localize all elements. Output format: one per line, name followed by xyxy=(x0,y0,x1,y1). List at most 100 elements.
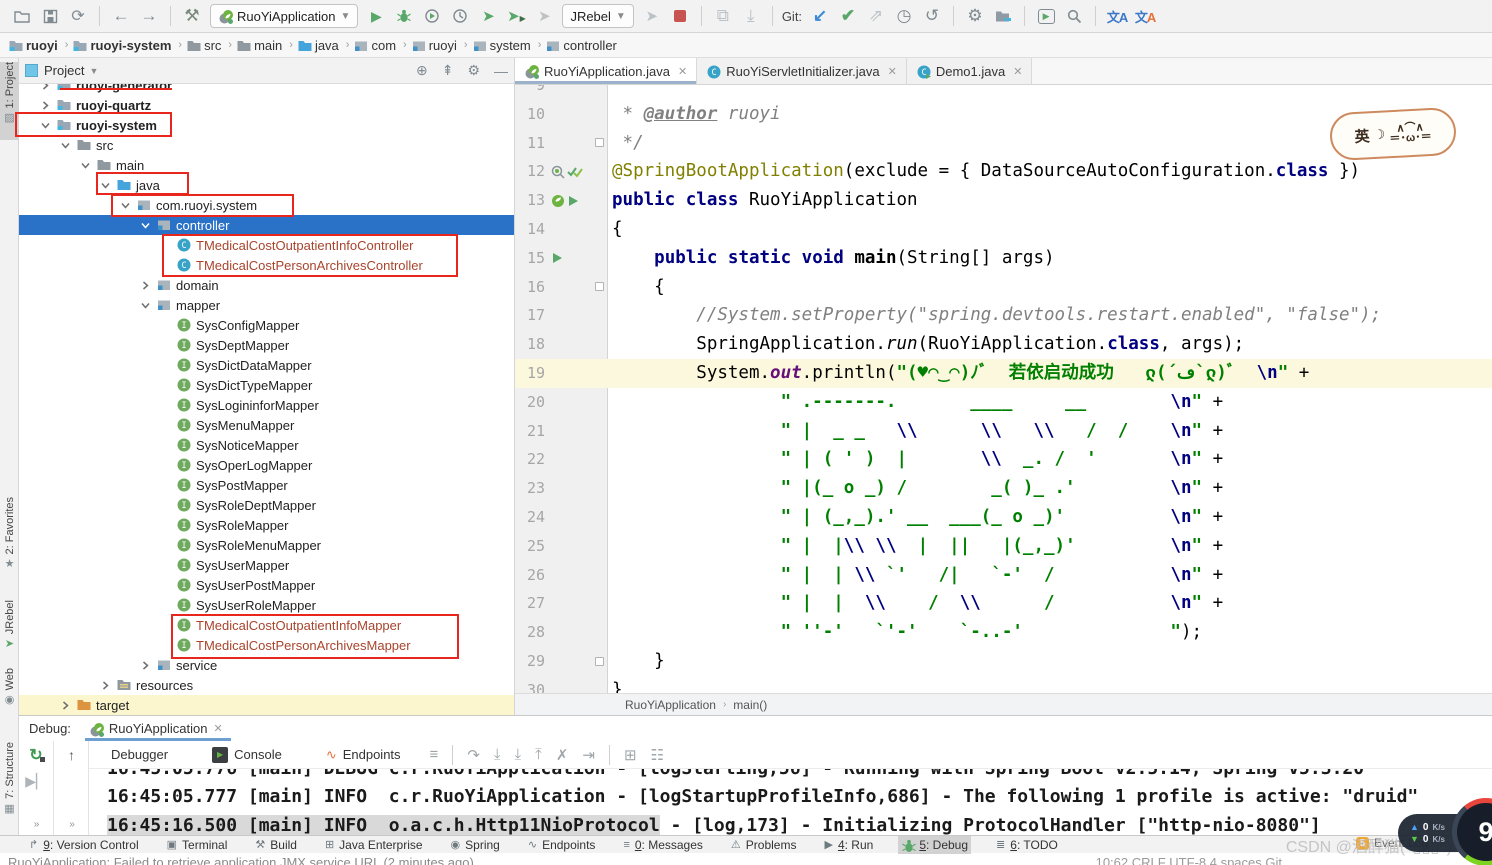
open-in-window-disabled-icon[interactable]: ⧉ xyxy=(710,4,736,28)
tree-item-sysdictdatamapper[interactable]: I SysDictDataMapper xyxy=(19,355,514,375)
tree-item-sysusermapper[interactable]: I SysUserMapper xyxy=(19,555,514,575)
tree-item-ruoyi-quartz[interactable]: ruoyi-quartz xyxy=(19,95,514,115)
translate-blue-button[interactable]: 文A xyxy=(1104,4,1130,28)
build-hammer-icon[interactable]: ⚒ xyxy=(179,4,205,28)
chevron-down-icon[interactable]: ▼ xyxy=(89,66,98,76)
hide-icon[interactable]: — xyxy=(494,63,508,79)
rollback-button[interactable]: ↺ xyxy=(919,4,945,28)
statusbar-terminal[interactable]: ▣ Terminal xyxy=(164,836,231,854)
toolwindow-button----structure[interactable]: 7: Structure ▦ xyxy=(0,742,19,830)
chevron-expanded-icon[interactable] xyxy=(39,119,52,132)
step-over-icon[interactable]: ↷ xyxy=(467,746,480,764)
chevron-expanded-icon[interactable] xyxy=(119,199,132,212)
chevron-expanded-icon[interactable] xyxy=(79,159,92,172)
tree-item-sysrolemenumapper[interactable]: I SysRoleMenuMapper xyxy=(19,535,514,555)
gutter-gplay-icon[interactable] xyxy=(551,252,563,264)
tree-item-ruoyi-system[interactable]: ruoyi-system xyxy=(19,115,514,135)
fold-marker[interactable] xyxy=(595,273,607,302)
git-push-disabled-icon[interactable]: ⇗ xyxy=(863,4,889,28)
code-line-18[interactable]: 18 SpringApplication.run(RuoYiApplicatio… xyxy=(515,330,1492,359)
code-line-12[interactable]: 12 @SpringBootApplication(exclude = { Dat… xyxy=(515,157,1492,186)
tree-item-controller[interactable]: controller xyxy=(19,215,514,235)
tree-item-sysconfigmapper[interactable]: I SysConfigMapper xyxy=(19,315,514,335)
code-line-15[interactable]: 15 public static void main(String[] args… xyxy=(515,244,1492,273)
console-line[interactable]: 16:45:05.776 [main] DEBUG c.r.RuoYiAppli… xyxy=(107,769,1364,779)
tree-item-sysrolemapper[interactable]: I SysRoleMapper xyxy=(19,515,514,535)
tree-item-tmedicalcostoutpatientinfomapper[interactable]: I TMedicalCostOutpatientInfoMapper xyxy=(19,615,514,635)
sync-icon[interactable]: ⟳ xyxy=(65,4,91,28)
jrebel-combo[interactable]: JRebel ▼ xyxy=(562,4,634,28)
code-line-25[interactable]: 25 " | |\\ \\ | || |(_,_)' \n" + xyxy=(515,532,1492,561)
editor-tab-demo1.java[interactable]: C Demo1.java ✕ xyxy=(906,58,1033,84)
breadcrumb-item[interactable]: main xyxy=(236,38,282,53)
toolwindow-button-jrebel[interactable]: JRebel ➤ xyxy=(0,600,19,658)
code-line-22[interactable]: 22 " | ( ' ) | \\ _. / ' \n" + xyxy=(515,445,1492,474)
download-sources-disabled-icon[interactable]: ⤓ xyxy=(738,4,764,28)
view-grid-icon[interactable]: ⊞ xyxy=(624,746,637,764)
code-line-26[interactable]: 26 " | | \\ `' /| `-' / \n" + xyxy=(515,561,1492,590)
statusbar-endpoints[interactable]: ∿ Endpoints xyxy=(525,836,599,854)
breadcrumb-item[interactable]: system xyxy=(472,38,531,53)
statusbar-java-enterprise[interactable]: ⊞ Java Enterprise xyxy=(322,836,426,854)
tree-item-resources[interactable]: resources xyxy=(19,675,514,695)
debug-button[interactable] xyxy=(391,4,417,28)
tree-item-service[interactable]: service xyxy=(19,655,514,675)
rebel-disabled-icon[interactable]: ➤ xyxy=(639,4,665,28)
step-into-icon[interactable]: ⤓ xyxy=(494,746,501,763)
drop-frame-icon[interactable]: ✗ xyxy=(556,746,569,764)
locate-icon[interactable]: ⊕ xyxy=(416,62,428,79)
debug-tab-debugger[interactable]: Debugger xyxy=(111,747,168,762)
close-icon[interactable]: ✕ xyxy=(213,722,222,735)
wrench-button[interactable]: ⚙ xyxy=(962,4,988,28)
gutter-gplay-icon[interactable] xyxy=(567,195,579,207)
chevron-expanded-icon[interactable] xyxy=(139,299,152,312)
statusbar-5--debug[interactable]: 5: Debug xyxy=(898,835,972,854)
tree-item-sysuserpostmapper[interactable]: I SysUserPostMapper xyxy=(19,575,514,595)
force-step-into-icon[interactable]: ⤓ xyxy=(515,746,522,763)
tree-item-sysuserrolemapper[interactable]: I SysUserRoleMapper xyxy=(19,595,514,615)
tree-item-tmedicalcostoutpatientinfocontroller[interactable]: C TMedicalCostOutpatientInfoController xyxy=(19,235,514,255)
tree-item-sysdicttypemapper[interactable]: I SysDictTypeMapper xyxy=(19,375,514,395)
close-icon[interactable]: ✕ xyxy=(1013,65,1022,78)
code-line-27[interactable]: 27 " | | \\ / \\ / \n" + xyxy=(515,589,1492,618)
jrebel-disabled-icon[interactable]: ➤ xyxy=(531,4,557,28)
jrebel-run-button[interactable]: ➤ xyxy=(475,4,501,28)
toolwindow-button----favorites[interactable]: 2: Favorites ★ xyxy=(0,497,19,589)
debug-session-tab[interactable]: RuoYiApplication ✕ xyxy=(84,716,231,741)
code-line-23[interactable]: 23 " |(_ o _) / _( )_ .' \n" + xyxy=(515,474,1492,503)
scroll-up-icon[interactable]: ↑ xyxy=(68,747,75,763)
git-update-button[interactable]: ↙ xyxy=(807,4,833,28)
project-structure-button[interactable] xyxy=(990,4,1016,28)
tree-item-sysroledeptmapper[interactable]: I SysRoleDeptMapper xyxy=(19,495,514,515)
code-editor[interactable]: 9 10 * @author ruoyi 11 */12 @SpringBootApp… xyxy=(515,85,1492,693)
tree-item-sysmenumapper[interactable]: I SysMenuMapper xyxy=(19,415,514,435)
debug-tab-endpoints[interactable]: ∿ Endpoints xyxy=(326,747,401,763)
editor-crumb[interactable]: main() xyxy=(733,698,767,712)
coverage-button[interactable] xyxy=(419,4,445,28)
tree-item-tmedicalcostpersonarchivescontroller[interactable]: C TMedicalCostPersonArchivesController xyxy=(19,255,514,275)
breadcrumb-item[interactable]: src xyxy=(186,38,221,53)
chevron-expanded-icon[interactable] xyxy=(59,139,72,152)
statusbar-0--messages[interactable]: ≡ 0: Messages xyxy=(620,836,705,854)
code-line-20[interactable]: 20 " .-------. ____ __ \n" + xyxy=(515,388,1492,417)
statusbar-4--run[interactable]: ▶ 4: Run xyxy=(821,836,876,854)
tree-item-src[interactable]: src xyxy=(19,135,514,155)
tree-item-java[interactable]: java xyxy=(19,175,514,195)
breadcrumb-item[interactable]: ruoyi-system xyxy=(72,38,171,53)
code-line-29[interactable]: 29 } xyxy=(515,647,1492,676)
run-config-combo[interactable]: RuoYiApplication ▼ xyxy=(210,4,359,28)
run-anything-button[interactable]: ▶ xyxy=(1033,4,1059,28)
collapse-all-icon[interactable]: ⇞ xyxy=(442,62,454,79)
back-icon[interactable]: ← xyxy=(108,4,134,28)
jrebel-debug-button[interactable]: ➤▶ xyxy=(503,4,529,28)
statusbar-build[interactable]: ⚒ Build xyxy=(252,836,300,854)
editor-crumb[interactable]: RuoYiApplication xyxy=(625,698,716,712)
console-line[interactable]: 16:45:05.777 [main] INFO c.r.RuoYiApplic… xyxy=(107,786,1418,807)
tree-item-sysdeptmapper[interactable]: I SysDeptMapper xyxy=(19,335,514,355)
gutter-bootrun-icon[interactable] xyxy=(551,194,565,208)
search-everywhere-button[interactable] xyxy=(1061,4,1087,28)
chevron-expanded-icon[interactable] xyxy=(99,179,112,192)
step-out-icon[interactable]: ⤒ xyxy=(535,746,542,763)
code-line-9[interactable]: 9 xyxy=(515,85,1492,100)
translate-orange-button[interactable]: 文A xyxy=(1132,4,1158,28)
